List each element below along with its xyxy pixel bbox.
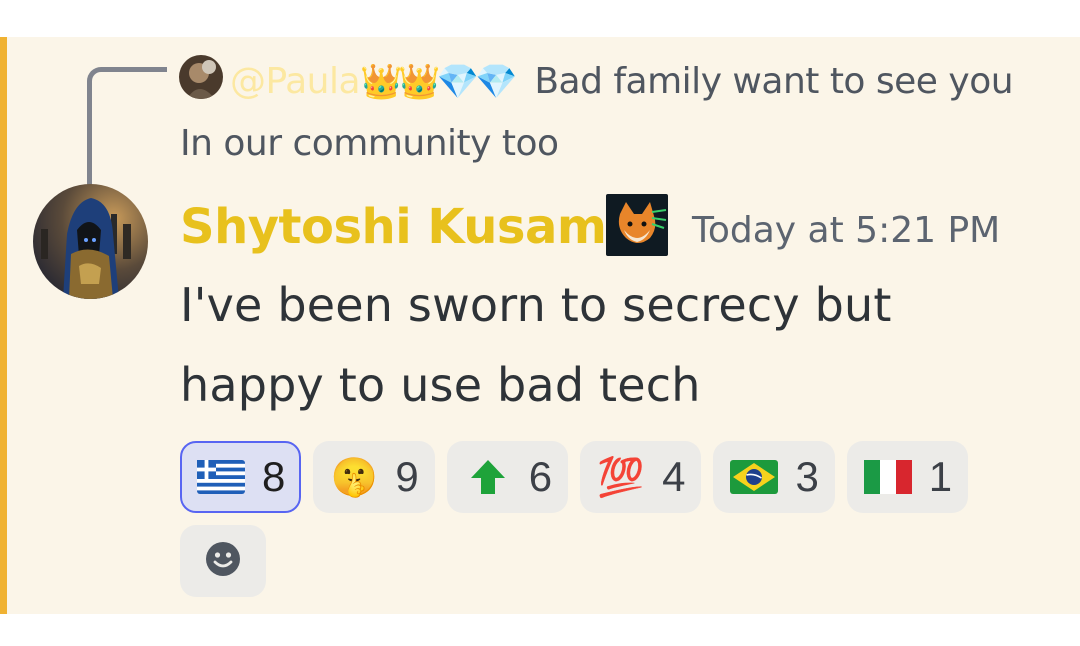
reaction-count: 4 [662, 453, 686, 500]
reaction-italy-flag[interactable]: 1 [846, 441, 969, 513]
reactions-bar: 8 🤫 9 6 💯 4 3 1 [180, 441, 1060, 597]
greece-flag-icon [196, 457, 246, 497]
add-reaction-button[interactable] [180, 525, 266, 597]
reaction-count: 6 [528, 453, 553, 500]
reaction-count: 9 [395, 453, 419, 500]
reaction-shushing-face[interactable]: 🤫 9 [313, 441, 435, 513]
smiley-icon [205, 541, 241, 581]
message-content: I've been sworn to secrecy but happy to … [180, 278, 892, 412]
reply-preview[interactable]: @Paula👑👑💎💎 Bad family want to see you In… [180, 51, 1040, 175]
reaction-count: 3 [795, 453, 819, 500]
author-name[interactable]: Shytoshi Kusama [180, 197, 639, 257]
avatar[interactable] [33, 184, 148, 299]
timestamp[interactable]: Today at 5:21 PM [692, 209, 1000, 253]
shushing-face-icon: 🤫 [330, 454, 379, 499]
reaction-count: 1 [928, 453, 953, 500]
reaction-up-arrow[interactable]: 6 [446, 441, 569, 513]
message-row[interactable]: @Paula👑👑💎💎 Bad family want to see you In… [0, 37, 1080, 614]
brazil-flag-icon [729, 457, 779, 497]
reaction-count: 8 [262, 453, 286, 500]
reaction-greece-flag[interactable]: 8 [180, 441, 302, 513]
mention-highlight-bar [0, 37, 7, 614]
reply-emojis: 👑👑💎💎 [360, 62, 517, 102]
reaction-hundred-points[interactable]: 💯 4 [580, 441, 702, 513]
reaction-brazil-flag[interactable]: 3 [713, 441, 835, 513]
reply-mention[interactable]: @Paula [230, 61, 361, 102]
hundred-points-icon: 💯 [597, 454, 645, 499]
up-arrow-icon [463, 457, 513, 497]
role-icon[interactable] [606, 194, 668, 256]
italy-flag-icon [863, 457, 913, 497]
